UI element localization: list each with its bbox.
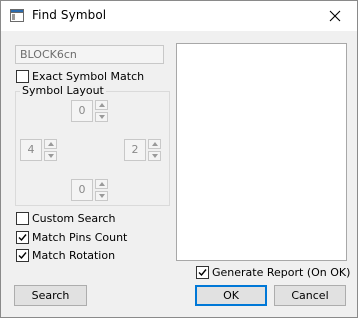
chevron-up-icon: [99, 103, 105, 107]
match-rotation-label: Match Rotation: [32, 249, 116, 262]
symbol-preview-area: [176, 43, 347, 261]
window-title: Find Symbol: [32, 8, 107, 22]
layout-top-value[interactable]: 0: [71, 100, 93, 122]
layout-top-spinner[interactable]: 0: [71, 100, 109, 122]
layout-left-spinner[interactable]: 4: [20, 139, 58, 161]
layout-right-value[interactable]: 2: [124, 139, 146, 161]
title-bar: Find Symbol: [1, 1, 357, 31]
layout-bottom-spinner[interactable]: 0: [71, 179, 109, 201]
layout-right-spinner[interactable]: 2: [124, 139, 162, 161]
chevron-up-icon: [48, 142, 54, 146]
close-button[interactable]: [313, 1, 357, 31]
chevron-down-icon: [152, 154, 158, 158]
layout-left-down-button[interactable]: [44, 151, 57, 161]
match-pins-checkbox[interactable]: [16, 231, 29, 244]
chevron-down-icon: [99, 194, 105, 198]
custom-search-label: Custom Search: [32, 212, 116, 225]
checkmark-icon: [18, 252, 27, 260]
exact-match-checkbox[interactable]: [16, 70, 29, 83]
search-button[interactable]: Search: [14, 285, 87, 306]
match-pins-label: Match Pins Count: [32, 231, 128, 244]
chevron-down-icon: [48, 154, 54, 158]
chevron-up-icon: [99, 182, 105, 186]
generate-report-label: Generate Report (On OK): [212, 266, 351, 279]
close-icon: [329, 10, 341, 22]
exact-match-label: Exact Symbol Match: [32, 70, 145, 83]
layout-top-up-button[interactable]: [95, 100, 108, 110]
symbol-layout-title: Symbol Layout: [20, 84, 106, 97]
custom-search-checkbox[interactable]: [16, 212, 29, 225]
match-rotation-checkbox[interactable]: [16, 249, 29, 262]
layout-right-down-button[interactable]: [148, 151, 161, 161]
layout-left-value[interactable]: 4: [20, 139, 42, 161]
symbol-name-field[interactable]: BLOCK6cn: [15, 45, 164, 64]
window-app-icon: [10, 9, 24, 22]
checkmark-icon: [18, 234, 27, 242]
layout-bottom-value[interactable]: 0: [71, 179, 93, 201]
find-symbol-dialog: Find Symbol BLOCK6cn Exact Symbol Match …: [0, 0, 358, 318]
layout-top-down-button[interactable]: [95, 112, 108, 122]
ok-button[interactable]: OK: [195, 285, 267, 306]
chevron-down-icon: [99, 115, 105, 119]
cancel-button[interactable]: Cancel: [274, 285, 346, 306]
checkmark-icon: [198, 269, 207, 277]
generate-report-checkbox[interactable]: [196, 266, 209, 279]
layout-left-up-button[interactable]: [44, 139, 57, 149]
chevron-up-icon: [152, 142, 158, 146]
layout-right-up-button[interactable]: [148, 139, 161, 149]
layout-bottom-down-button[interactable]: [95, 191, 108, 201]
layout-bottom-up-button[interactable]: [95, 179, 108, 189]
